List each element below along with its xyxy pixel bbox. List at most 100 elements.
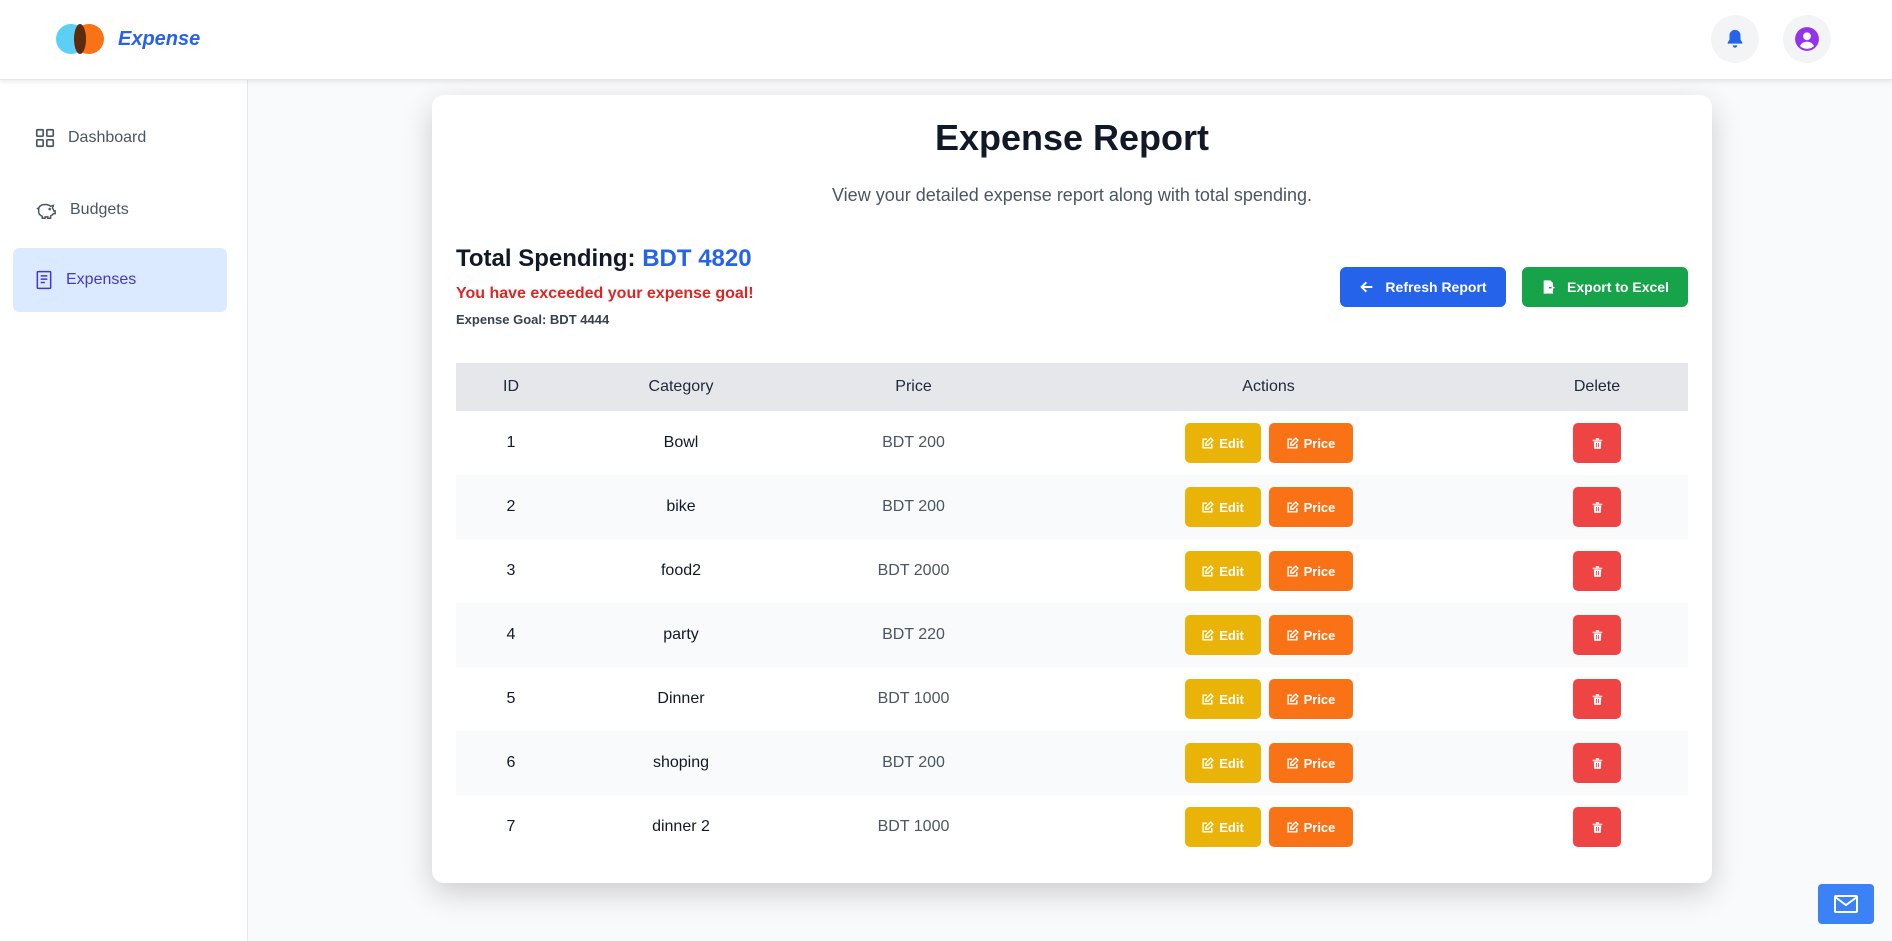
sidebar-item-dashboard[interactable]: Dashboard — [13, 106, 227, 170]
notifications-button[interactable] — [1711, 15, 1759, 63]
cell-id: 2 — [506, 498, 516, 515]
edit-price-button[interactable]: Price — [1268, 807, 1353, 847]
edit-label: Edit — [1219, 435, 1244, 451]
price-label: Price — [1303, 627, 1336, 643]
cell-actions: Edit Price — [1031, 475, 1506, 539]
cell-id: 6 — [506, 754, 516, 771]
edit-label: Edit — [1219, 563, 1244, 579]
table-row: 5 Dinner BDT 1000 Edit Price — [456, 667, 1688, 731]
cell-id: 4 — [506, 626, 516, 643]
edit-label: Edit — [1219, 755, 1244, 771]
edit-button[interactable]: Edit — [1184, 551, 1261, 591]
delete-button[interactable] — [1573, 487, 1621, 527]
column-header-id: ID — [503, 378, 519, 395]
edit-icon — [1202, 756, 1215, 769]
cell-category: party — [663, 626, 699, 643]
piggy-bank-icon — [36, 203, 56, 219]
cell-category: Bowl — [663, 434, 699, 451]
edit-icon — [1202, 500, 1215, 513]
cell-price: BDT 1000 — [877, 690, 950, 707]
price-label: Price — [1303, 819, 1336, 835]
cell-category: Dinner — [657, 690, 705, 707]
logo-mark-icon — [56, 22, 106, 56]
trash-icon — [1592, 693, 1602, 705]
cell-price: BDT 1000 — [877, 818, 950, 835]
cell-price: BDT 2000 — [877, 562, 950, 579]
cell-id: 1 — [506, 434, 516, 451]
sidebar-item-expenses[interactable]: Expenses — [13, 248, 227, 312]
edit-label: Edit — [1219, 499, 1244, 515]
edit-icon — [1287, 500, 1299, 513]
cell-price: BDT 200 — [882, 498, 945, 515]
cell-delete — [1506, 603, 1688, 667]
cell-actions: Edit Price — [1031, 731, 1506, 795]
price-label: Price — [1303, 755, 1336, 771]
price-label: Price — [1303, 563, 1336, 579]
edit-button[interactable]: Edit — [1184, 487, 1261, 527]
sidebar-item-budgets[interactable]: Budgets — [13, 178, 227, 242]
sidebar-item-label: Expenses — [66, 271, 137, 288]
edit-label: Edit — [1219, 819, 1244, 835]
expense-report-card: Expense Report View your detailed expens… — [432, 95, 1712, 883]
edit-button[interactable]: Edit — [1184, 615, 1261, 655]
contact-mail-button[interactable] — [1818, 884, 1874, 924]
delete-button[interactable] — [1573, 807, 1621, 847]
edit-icon — [1287, 756, 1299, 769]
cell-actions: Edit Price — [1031, 603, 1506, 667]
cell-id: 3 — [506, 562, 516, 579]
edit-price-button[interactable]: Price — [1268, 487, 1353, 527]
goal-exceeded-warning: You have exceeded your expense goal! — [456, 285, 754, 302]
delete-button[interactable] — [1573, 615, 1621, 655]
cell-category: bike — [666, 498, 696, 515]
export-excel-button[interactable]: Export to Excel — [1522, 267, 1688, 307]
file-export-icon — [1543, 280, 1556, 294]
table-row: 1 Bowl BDT 200 Edit Price — [456, 411, 1688, 475]
top-bar: Expense — [0, 0, 1892, 80]
delete-button[interactable] — [1573, 551, 1621, 591]
profile-button[interactable] — [1783, 15, 1831, 63]
edit-price-button[interactable]: Price — [1268, 423, 1353, 463]
cell-actions: Edit Price — [1031, 795, 1506, 859]
edit-button[interactable]: Edit — [1184, 807, 1261, 847]
price-label: Price — [1303, 499, 1336, 515]
total-spending-label: Total Spending: — [456, 245, 636, 272]
cell-actions: Edit Price — [1031, 667, 1506, 731]
edit-button[interactable]: Edit — [1184, 743, 1261, 783]
delete-button[interactable] — [1573, 743, 1621, 783]
trash-icon — [1592, 821, 1602, 833]
edit-icon — [1287, 436, 1299, 449]
cell-actions: Edit Price — [1031, 539, 1506, 603]
edit-icon — [1287, 820, 1299, 833]
cell-id: 7 — [506, 818, 516, 835]
user-avatar-icon — [1795, 27, 1819, 51]
edit-price-button[interactable]: Price — [1268, 551, 1353, 591]
edit-button[interactable]: Edit — [1184, 423, 1261, 463]
sidebar-item-label: Dashboard — [68, 129, 147, 146]
cell-delete — [1506, 411, 1688, 475]
table-row: 6 shoping BDT 200 Edit Price — [456, 731, 1688, 795]
grid-icon — [35, 128, 55, 148]
cell-delete — [1506, 539, 1688, 603]
edit-price-button[interactable]: Price — [1268, 679, 1353, 719]
edit-button[interactable]: Edit — [1184, 679, 1261, 719]
sidebar-item-label: Budgets — [70, 201, 129, 218]
delete-button[interactable] — [1573, 423, 1621, 463]
cell-category: food2 — [660, 562, 702, 579]
app-logo[interactable]: Expense — [56, 22, 200, 56]
mail-icon — [1834, 895, 1858, 913]
expense-table: ID Category Price Actions Delete 1 Bowl BD… — [456, 363, 1688, 859]
table-row: 3 food2 BDT 2000 Edit Price — [456, 539, 1688, 603]
edit-icon — [1287, 628, 1299, 641]
cell-category: dinner 2 — [652, 818, 710, 835]
edit-label: Edit — [1219, 627, 1244, 643]
refresh-report-button[interactable]: Refresh Report — [1340, 267, 1506, 307]
delete-button[interactable] — [1573, 679, 1621, 719]
trash-icon — [1592, 501, 1602, 513]
cell-delete — [1506, 731, 1688, 795]
column-header-delete: Delete — [1573, 378, 1621, 395]
cell-actions: Edit Price — [1031, 411, 1506, 475]
edit-icon — [1202, 628, 1215, 641]
edit-icon — [1287, 692, 1299, 705]
edit-price-button[interactable]: Price — [1268, 743, 1353, 783]
edit-price-button[interactable]: Price — [1268, 615, 1353, 655]
